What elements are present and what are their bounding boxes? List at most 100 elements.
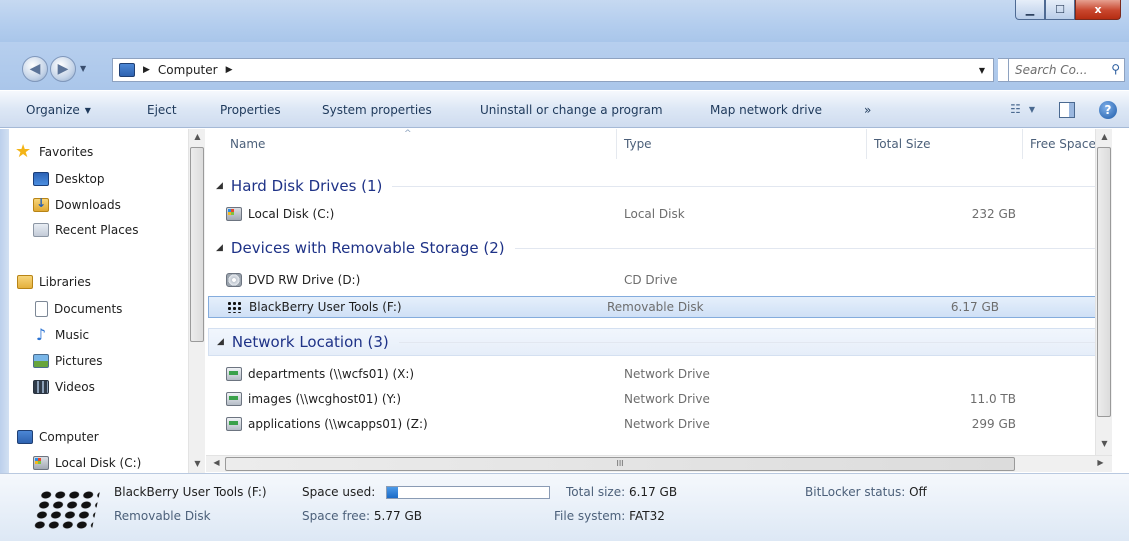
divider — [398, 341, 1105, 343]
list-item[interactable]: departments (\\wcfs01) (X:) Network Driv… — [226, 363, 1106, 385]
item-type: Network Drive — [624, 417, 710, 431]
collapse-triangle-icon[interactable]: ◢ — [216, 181, 223, 191]
nav-pictures[interactable]: Pictures — [33, 354, 103, 368]
nav-label: Videos — [55, 380, 95, 394]
organize-label: Organize — [26, 103, 80, 117]
maximize-button[interactable]: ☐ — [1045, 0, 1075, 20]
item-type: Removable Disk — [607, 300, 704, 314]
content-pane: Name ^ Type Total Size Free Space ◢ Hard… — [206, 129, 1112, 455]
nav-local-disk[interactable]: Local Disk (C:) — [33, 456, 141, 470]
column-divider[interactable] — [616, 129, 617, 159]
list-item[interactable]: images (\\wcghost01) (Y:) Network Drive … — [226, 388, 1106, 410]
breadcrumb-computer[interactable]: Computer — [158, 63, 218, 77]
change-view-button[interactable]: ☷ ▼ — [1010, 102, 1035, 116]
column-name[interactable]: Name — [230, 137, 265, 151]
horizontal-scrollbar[interactable]: ◀ III ▶ — [206, 455, 1112, 472]
nav-favorites[interactable]: ★ Favorites — [15, 143, 93, 161]
column-divider[interactable] — [1022, 129, 1023, 159]
nav-computer[interactable]: Computer — [17, 430, 99, 444]
network-drive-icon — [226, 392, 242, 406]
scroll-up-arrow[interactable]: ▲ — [1096, 132, 1112, 141]
help-button[interactable]: ? — [1099, 101, 1117, 119]
chevron-right-icon[interactable]: ▶ — [143, 65, 150, 75]
horizontal-scroll-thumb[interactable]: III — [225, 457, 1015, 471]
item-name: images (\\wcghost01) (Y:) — [248, 392, 402, 406]
collapse-triangle-icon[interactable]: ◢ — [216, 243, 223, 253]
address-dropdown-icon[interactable]: ▼ — [979, 66, 985, 75]
system-properties-button[interactable]: System properties — [322, 91, 432, 129]
minimize-button[interactable]: ▁ — [1015, 0, 1045, 20]
nav-label: Documents — [54, 302, 123, 316]
column-type[interactable]: Type — [624, 137, 652, 151]
scroll-up-arrow[interactable]: ▲ — [189, 132, 205, 141]
nav-videos[interactable]: Videos — [33, 380, 95, 394]
preview-pane-button[interactable] — [1059, 102, 1075, 118]
close-button[interactable]: x — [1075, 0, 1121, 20]
search-icon[interactable]: ⚲ — [1111, 62, 1120, 76]
computer-icon — [119, 63, 135, 77]
uninstall-program-button[interactable]: Uninstall or change a program — [480, 91, 663, 129]
scroll-down-arrow[interactable]: ▼ — [1096, 439, 1112, 448]
group-header-network[interactable]: ◢ Network Location (3) — [208, 328, 1106, 356]
scroll-left-arrow[interactable]: ◀ — [208, 458, 225, 467]
nav-label: Favorites — [39, 145, 94, 159]
nav-recent-places[interactable]: Recent Places — [33, 223, 138, 237]
downloads-icon — [33, 196, 49, 212]
nav-label: Pictures — [55, 354, 103, 368]
address-bar[interactable]: ▶ Computer ▶ ▼ — [112, 58, 994, 82]
content-scrollbar[interactable]: ▲ ▼ — [1095, 129, 1112, 455]
properties-button[interactable]: Properties — [220, 91, 281, 129]
content-scroll-thumb[interactable] — [1097, 147, 1111, 417]
computer-icon — [17, 430, 33, 444]
list-item[interactable]: applications (\\wcapps01) (Z:) Network D… — [226, 413, 1106, 435]
eject-button[interactable]: Eject — [147, 91, 177, 129]
list-item[interactable]: Local Disk (C:) Local Disk 232 GB — [226, 203, 1106, 225]
nav-scroll-thumb[interactable] — [190, 147, 204, 342]
map-network-drive-button[interactable]: Map network drive — [710, 91, 822, 129]
chevron-right-icon[interactable]: ▶ — [226, 65, 233, 75]
organize-button[interactable]: Organize ▼ — [26, 91, 91, 129]
recent-pages-dropdown-icon[interactable]: ▼ — [80, 64, 86, 73]
space-used-bar — [386, 486, 550, 499]
bitlocker-label: BitLocker status: — [805, 485, 906, 499]
nav-label: Downloads — [55, 198, 121, 212]
nav-documents[interactable]: Documents — [35, 301, 122, 317]
nav-downloads[interactable]: Downloads — [33, 196, 121, 212]
title-bar: ▁ ☐ x — [0, 0, 1129, 42]
nav-music[interactable]: ♪ Music — [33, 327, 89, 343]
group-header-hard-disks[interactable]: ◢ Hard Disk Drives (1) — [216, 174, 1106, 198]
nav-libraries[interactable]: Libraries — [17, 275, 91, 289]
total-size-value: 6.17 GB — [628, 485, 678, 499]
item-type: Network Drive — [624, 392, 710, 406]
column-total-size[interactable]: Total Size — [874, 137, 930, 151]
collapse-triangle-icon[interactable]: ◢ — [217, 337, 224, 347]
more-commands-button[interactable]: » — [864, 91, 871, 129]
blackberry-icon — [227, 301, 243, 313]
back-button[interactable]: ◀ — [22, 56, 48, 82]
sort-ascending-icon: ^ — [404, 129, 412, 139]
column-free-space[interactable]: Free Space — [1030, 137, 1096, 151]
local-disk-icon — [33, 456, 49, 470]
nav-desktop[interactable]: Desktop — [33, 172, 105, 186]
list-item-selected[interactable]: BlackBerry User Tools (F:) Removable Dis… — [208, 296, 1106, 318]
forward-button[interactable]: ▶ — [50, 56, 76, 82]
divider — [392, 185, 1106, 187]
list-item[interactable]: DVD RW Drive (D:) CD Drive — [226, 269, 1106, 291]
column-divider[interactable] — [866, 129, 867, 159]
music-icon: ♪ — [35, 325, 47, 344]
group-title: Devices with Removable Storage (2) — [230, 239, 505, 257]
address-row: ◀ ▶ ▼ ▶ Computer ▶ ▼ ↻ Search Co... ⚲ — [0, 42, 1129, 90]
search-input[interactable]: Search Co... ⚲ — [1008, 58, 1125, 82]
dvd-drive-icon — [226, 273, 242, 287]
details-kind: Removable Disk — [114, 509, 211, 523]
group-header-removable[interactable]: ◢ Devices with Removable Storage (2) — [216, 236, 1106, 260]
divider — [514, 247, 1106, 249]
videos-icon — [33, 380, 49, 394]
item-name: BlackBerry User Tools (F:) — [249, 300, 402, 314]
space-free-label: Space free: — [302, 509, 371, 523]
scroll-down-arrow[interactable]: ▼ — [189, 459, 205, 468]
network-drive-icon — [226, 367, 242, 381]
chevron-down-icon: ▼ — [1028, 104, 1035, 114]
nav-scrollbar[interactable]: ▲ ▼ — [188, 129, 205, 474]
scroll-right-arrow[interactable]: ▶ — [1092, 458, 1109, 467]
